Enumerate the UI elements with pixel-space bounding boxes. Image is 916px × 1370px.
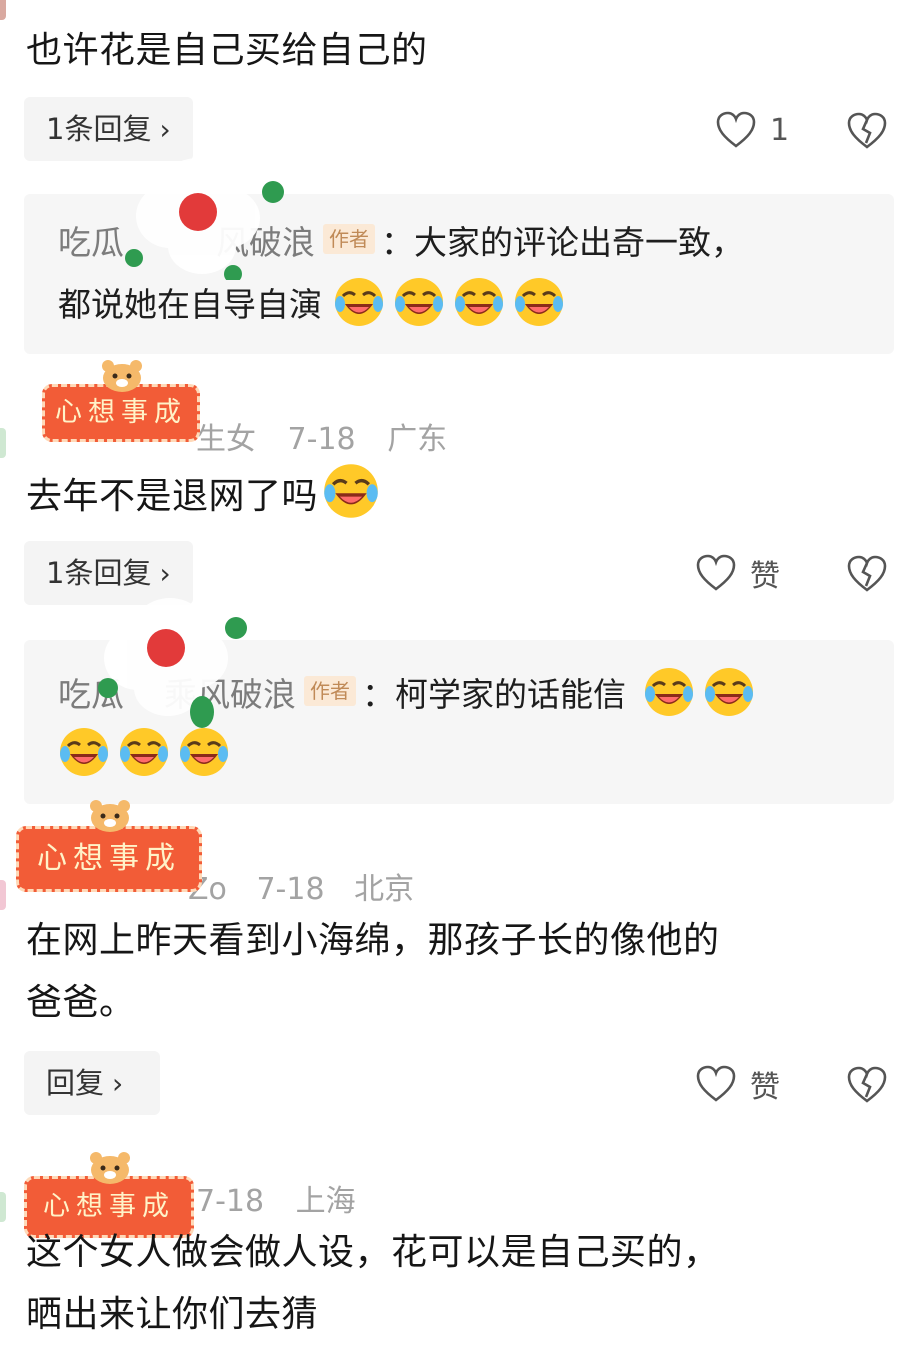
avatar-edge xyxy=(0,428,6,458)
laughing-crying-emoji-icon xyxy=(393,276,444,328)
broken-heart-icon[interactable] xyxy=(847,1066,887,1104)
username-fragment: 生女 xyxy=(196,422,256,457)
comment-text: 去年不是退网了吗 xyxy=(26,476,319,517)
tears-of-joy-emoji-icon xyxy=(178,726,230,778)
comment-text: 这个女人做会做人设，花可以是自己买的， xyxy=(26,1232,720,1273)
comment-location: 上海 xyxy=(295,1184,356,1219)
reply-text: ：柯学家的话能信 xyxy=(362,675,626,714)
tiger-icon xyxy=(90,800,130,832)
reply-label: 回复 xyxy=(46,1066,105,1100)
laughing-crying-emoji-icon xyxy=(513,276,564,328)
reply-label: 1条回复 xyxy=(46,556,152,590)
laughing-crying-emoji-icon xyxy=(322,462,380,520)
comment-date: 7-18 xyxy=(287,422,356,457)
comment-date: 7-18 xyxy=(196,1184,265,1219)
flower-sticker-icon xyxy=(125,158,284,280)
laughing-crying-emoji-icon xyxy=(333,276,384,328)
flower-sticker-icon xyxy=(98,598,247,728)
laughing-crying-emoji-icon xyxy=(643,666,694,718)
heart-icon xyxy=(696,1065,736,1102)
broken-heart-icon[interactable] xyxy=(847,112,887,150)
reply-text-line2: 都说她在自导自演 xyxy=(58,285,322,324)
comment-text: 也许花是自己买给自己的 xyxy=(26,30,428,71)
reply-button[interactable]: 回复 › xyxy=(24,1051,160,1115)
avatar-edge xyxy=(0,880,6,910)
comment-location: 北京 xyxy=(354,872,415,907)
reply-text: ：大家的评论出奇一致， xyxy=(381,223,744,262)
comment-text-line2: 爸爸。 xyxy=(26,982,136,1023)
laughing-crying-emoji-icon xyxy=(703,666,754,718)
tiger-icon xyxy=(102,360,142,392)
laughing-crying-emoji-icon xyxy=(453,276,504,328)
heart-icon xyxy=(696,554,736,591)
reply-label: 1条回复 xyxy=(46,112,152,146)
avatar-edge xyxy=(0,1192,6,1222)
like-count: 1 xyxy=(770,112,790,148)
chevron-right-icon: › xyxy=(112,1067,124,1100)
laughing-crying-emoji-icon xyxy=(118,726,170,778)
like-button[interactable]: 1 xyxy=(716,108,789,152)
like-button[interactable]: 赞 xyxy=(696,551,780,595)
like-label: 赞 xyxy=(750,1070,780,1105)
wish-badge: 心想事成 xyxy=(42,384,200,442)
heart-icon xyxy=(716,111,756,148)
author-tag: 作者 xyxy=(304,676,356,706)
like-label: 赞 xyxy=(750,559,780,594)
author-name: 吃瓜 xyxy=(58,223,124,262)
broken-heart-icon[interactable] xyxy=(847,555,887,593)
laughing-crying-emoji-icon xyxy=(58,726,110,778)
comment-text-line2: 晒出来让你们去猜 xyxy=(26,1294,319,1335)
wish-badge: 心想事成 xyxy=(16,826,202,892)
like-button[interactable]: 赞 xyxy=(696,1062,780,1106)
comment-text: 在网上昨天看到小海绵，那孩子长的像他的 xyxy=(26,920,720,961)
comment-date: 7-18 xyxy=(256,872,325,907)
avatar-edge xyxy=(0,0,6,20)
comment-location: 广东 xyxy=(387,422,448,457)
author-tag: 作者 xyxy=(323,224,375,254)
tiger-icon xyxy=(90,1152,130,1184)
